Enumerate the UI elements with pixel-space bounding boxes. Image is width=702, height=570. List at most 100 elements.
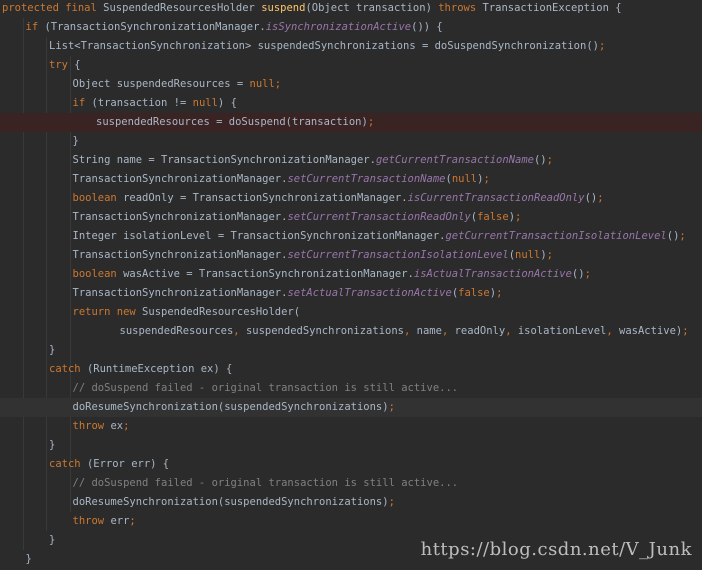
code-line[interactable]: try { — [0, 56, 702, 75]
code-line[interactable]: // doSuspend failed - original transacti… — [0, 474, 702, 493]
code-text: doResumeSynchronization(suspendedSynchro… — [73, 398, 395, 417]
code-token: ; — [546, 249, 553, 261]
code-line[interactable]: } — [0, 132, 702, 151]
code-token: // doSuspend failed - original transacti… — [72, 382, 459, 394]
code-text: throw ex; — [73, 417, 130, 436]
code-token: () — [666, 230, 680, 242]
code-text: Integer isolationLevel = TransactionSync… — [73, 227, 686, 246]
code-token: ; — [496, 287, 503, 299]
code-token: ; — [598, 40, 606, 52]
code-editor[interactable]: protected final SuspendedResourcesHolder… — [0, 0, 702, 570]
code-token: err — [110, 515, 130, 527]
code-token: ()) { — [411, 21, 443, 33]
code-line[interactable]: protected final SuspendedResourcesHolder… — [0, 0, 702, 18]
code-line[interactable]: List<TransactionSynchronization> suspend… — [0, 37, 702, 56]
code-text: return new SuspendedResourcesHolder( — [73, 303, 301, 322]
code-token: ; — [123, 420, 130, 432]
code-token: suspendedSynchronizations — [245, 325, 404, 337]
code-token: setCurrentTransactionIsolationLevel — [287, 249, 509, 261]
code-token: null; — [249, 78, 282, 90]
code-text: boolean readOnly = TransactionSynchroniz… — [73, 189, 604, 208]
code-token: throw — [72, 515, 111, 527]
code-token: isActualTransactionActive — [413, 268, 572, 280]
code-line[interactable]: catch (RuntimeException ex) { — [0, 360, 702, 379]
code-token: , — [233, 325, 246, 337]
code-text: TransactionSynchronizationManager.setCur… — [73, 208, 522, 227]
code-token: getCurrentTransactionIsolationLevel — [445, 230, 667, 242]
code-text: } — [49, 531, 55, 550]
code-token: (Error err) { — [86, 458, 170, 470]
code-token: if — [72, 97, 92, 109]
code-line[interactable]: Object suspendedResources = null; — [0, 75, 702, 94]
code-text: doResumeSynchronization(suspendedSynchro… — [73, 493, 395, 512]
code-line[interactable]: TransactionSynchronizationManager.setCur… — [0, 170, 702, 189]
code-line[interactable]: } — [0, 436, 702, 455]
code-text: suspendedResources = doSuspend(transacti… — [96, 113, 374, 132]
code-line[interactable]: catch (Error err) { — [0, 455, 702, 474]
code-token: } — [49, 439, 56, 451]
code-line[interactable]: return new SuspendedResourcesHolder( — [0, 303, 702, 322]
code-text: TransactionSynchronizationManager.setAct… — [73, 284, 503, 303]
code-token: ; — [682, 325, 689, 337]
code-token: () — [533, 154, 547, 166]
code-line[interactable]: doResumeSynchronization(suspendedSynchro… — [0, 398, 702, 417]
code-token: TransactionSynchronizationManager. — [72, 211, 288, 223]
code-token: getCurrentTransactionName — [375, 154, 534, 166]
code-token: doResumeSynchronization(suspendedSynchro… — [72, 401, 389, 413]
code-token: , — [606, 325, 620, 337]
code-token: ; — [515, 211, 522, 223]
code-line[interactable]: // doSuspend failed - original transacti… — [0, 379, 702, 398]
code-line[interactable]: doResumeSynchronization(suspendedSynchro… — [0, 493, 702, 512]
code-line[interactable]: TransactionSynchronizationManager.setAct… — [0, 284, 702, 303]
code-token: , — [404, 325, 417, 337]
code-token: } — [49, 534, 56, 546]
code-token: List<TransactionSynchronization> suspend… — [49, 40, 599, 52]
code-token: (TransactionSynchronizationManager. — [44, 21, 266, 33]
code-token: ) { — [217, 97, 237, 109]
code-text: String name = TransactionSynchronization… — [73, 151, 553, 170]
code-text: TransactionSynchronizationManager.setCur… — [73, 246, 553, 265]
code-token: , — [505, 325, 518, 337]
code-line[interactable]: } — [0, 341, 702, 360]
code-text: suspendedResources, suspendedSynchroniza… — [120, 322, 689, 341]
code-line[interactable]: boolean readOnly = TransactionSynchroniz… — [0, 189, 702, 208]
code-token: name — [416, 325, 442, 337]
code-line[interactable]: suspendedResources, suspendedSynchroniza… — [0, 322, 702, 341]
code-token: // doSuspend failed - original transacti… — [72, 477, 459, 489]
code-token: () — [584, 192, 598, 204]
code-token: ; — [388, 496, 395, 508]
code-token: ; — [546, 154, 553, 166]
code-line[interactable]: throw err; — [0, 512, 702, 531]
code-token: TransactionSynchronizationManager. — [72, 287, 288, 299]
code-text: } — [49, 436, 55, 455]
code-token: protected final — [2, 2, 104, 14]
code-text: } — [49, 341, 55, 360]
code-token: ; — [388, 401, 395, 413]
code-token: catch — [49, 363, 87, 375]
code-text: protected final SuspendedResourcesHolder… — [2, 0, 622, 18]
code-line[interactable]: boolean wasActive = TransactionSynchroni… — [0, 265, 702, 284]
code-line[interactable]: TransactionSynchronizationManager.setCur… — [0, 246, 702, 265]
code-line[interactable]: Integer isolationLevel = TransactionSync… — [0, 227, 702, 246]
code-token: ex — [110, 420, 124, 432]
code-token: SuspendedResourcesHolder( — [142, 306, 301, 318]
code-text: catch (RuntimeException ex) { — [49, 360, 232, 379]
code-text: List<TransactionSynchronization> suspend… — [49, 37, 605, 56]
code-token: false — [477, 211, 509, 223]
code-token: if — [25, 21, 45, 33]
code-token: TransactionException { — [482, 2, 622, 14]
code-token: } — [25, 553, 32, 565]
code-token: null — [515, 249, 541, 261]
code-line[interactable]: if (transaction != null) { — [0, 94, 702, 113]
code-line[interactable]: TransactionSynchronizationManager.setCur… — [0, 208, 702, 227]
code-line[interactable]: if (TransactionSynchronizationManager.is… — [0, 18, 702, 37]
code-line[interactable]: String name = TransactionSynchronization… — [0, 151, 702, 170]
code-token: readOnly = TransactionSynchronizationMan… — [123, 192, 408, 204]
code-token: } — [72, 135, 79, 147]
code-line[interactable]: suspendedResources = doSuspend(transacti… — [0, 113, 702, 132]
code-token: ; — [129, 515, 136, 527]
code-line[interactable]: throw ex; — [0, 417, 702, 436]
code-token: isCurrentTransactionReadOnly — [407, 192, 585, 204]
code-token: TransactionSynchronizationManager. — [72, 249, 288, 261]
code-token: String name = TransactionSynchronization… — [72, 154, 376, 166]
